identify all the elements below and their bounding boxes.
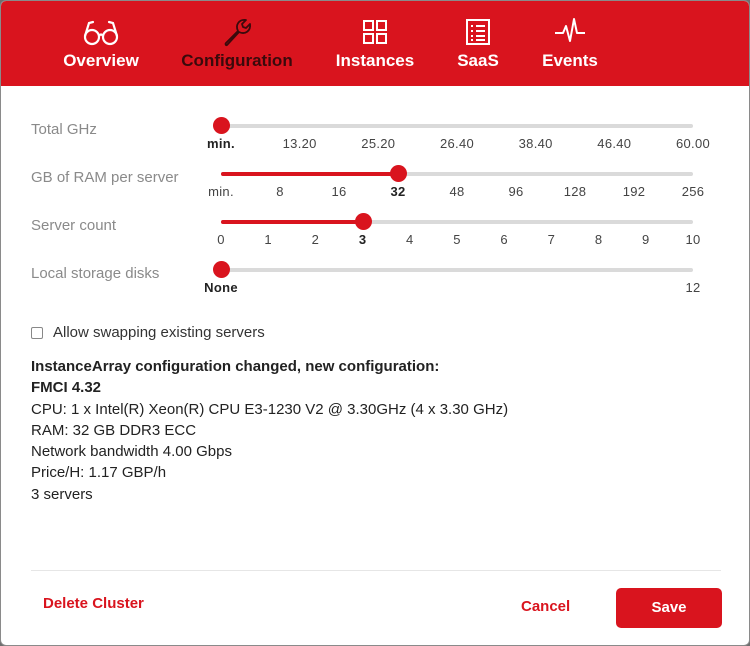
slider-tick-label[interactable]: None xyxy=(204,280,238,295)
glasses-icon xyxy=(83,20,119,46)
slider-tick-label[interactable]: 192 xyxy=(623,184,646,199)
slider-tick-label[interactable]: 6 xyxy=(500,232,508,247)
cancel-button[interactable]: Cancel xyxy=(521,598,570,615)
summary-instance-type: FMCI 4.32 xyxy=(31,379,102,397)
slider-handle[interactable] xyxy=(213,117,230,134)
tab-configuration[interactable]: Configuration xyxy=(181,15,293,77)
storage-disks-slider[interactable] xyxy=(213,261,693,278)
slider-tick-label[interactable]: 0 xyxy=(217,232,225,247)
slider-tick-label[interactable]: 25.20 xyxy=(361,136,395,151)
slider-tick-label[interactable]: 128 xyxy=(564,184,587,199)
storage-disks-label: Local storage disks xyxy=(31,265,160,282)
slider-tick-label[interactable]: 4 xyxy=(406,232,414,247)
allow-swapping-checkbox[interactable] xyxy=(31,326,43,339)
slider-tick-label[interactable]: 2 xyxy=(312,232,320,247)
tab-label: SaaS xyxy=(457,51,499,70)
summary-servers: 3 servers xyxy=(31,485,93,503)
slider-fill xyxy=(221,220,363,224)
slider-handle[interactable] xyxy=(390,165,407,182)
slider-tick-label[interactable]: 32 xyxy=(390,184,405,199)
pulse-icon xyxy=(555,18,585,42)
slider-tick-label[interactable]: 46.40 xyxy=(597,136,631,151)
summary-price: Price/H: 1.17 GBP/h xyxy=(31,464,167,482)
footer-divider xyxy=(31,570,721,571)
ram-slider[interactable] xyxy=(221,165,693,182)
allow-swapping-label: Allow swapping existing servers xyxy=(53,324,265,341)
slider-tick-label[interactable]: 13.20 xyxy=(283,136,317,151)
slider-handle[interactable] xyxy=(213,261,230,278)
slider-fill xyxy=(221,172,398,176)
slider-tick-label[interactable]: 8 xyxy=(276,184,284,199)
total-ghz-label: Total GHz xyxy=(31,121,97,138)
slider-tick-label[interactable]: 9 xyxy=(642,232,650,247)
slider-tick-label[interactable]: 60.00 xyxy=(676,136,710,151)
slider-tick-label[interactable]: min. xyxy=(207,136,235,151)
slider-tick-label[interactable]: 48 xyxy=(449,184,464,199)
slider-tick-label[interactable]: 256 xyxy=(682,184,705,199)
top-navigation-bar: Overview Configuration Instances SaaS Ev… xyxy=(1,1,749,86)
allow-swapping-row[interactable]: Allow swapping existing servers xyxy=(31,324,265,341)
tab-events[interactable]: Events xyxy=(539,15,601,77)
tab-label: Events xyxy=(542,51,598,70)
ram-label: GB of RAM per server xyxy=(31,169,179,186)
delete-cluster-button[interactable]: Delete Cluster xyxy=(43,595,144,612)
tab-label: Instances xyxy=(335,51,415,70)
summary-bandwidth: Network bandwidth 4.00 Gbps xyxy=(31,443,232,461)
slider-tick-label[interactable]: 5 xyxy=(453,232,461,247)
slider-tick-label[interactable]: 10 xyxy=(685,232,700,247)
slider-tick-label[interactable]: min. xyxy=(208,184,234,199)
grid-icon xyxy=(363,20,387,44)
server-count-slider[interactable] xyxy=(221,213,693,230)
slider-handle[interactable] xyxy=(354,213,372,230)
tab-label: Configuration xyxy=(181,51,293,70)
server-count-label: Server count xyxy=(31,217,117,234)
summary-cpu: CPU: 1 x Intel(R) Xeon(R) CPU E3-1230 V2… xyxy=(31,400,509,418)
tab-saas[interactable]: SaaS xyxy=(453,15,503,77)
slider-tick-label[interactable]: 96 xyxy=(508,184,523,199)
tab-label: Overview xyxy=(63,51,139,70)
slider-tick-label[interactable]: 1 xyxy=(264,232,272,247)
content-scrollbar[interactable] xyxy=(741,86,749,570)
list-icon xyxy=(466,19,490,45)
tab-overview[interactable]: Overview xyxy=(61,15,141,77)
configuration-panel: Total GHz min. 13.20 25.20 26.40 38.40 46.40 6… xyxy=(1,86,749,570)
summary-ram: RAM: 32 GB DDR3 ECC xyxy=(31,421,197,439)
configuration-summary: InstanceArray configuration changed, new… xyxy=(31,356,508,505)
total-ghz-slider[interactable] xyxy=(213,117,693,134)
slider-tick-label[interactable]: 8 xyxy=(595,232,603,247)
save-button[interactable]: Save xyxy=(616,588,722,628)
tab-instances[interactable]: Instances xyxy=(334,15,416,77)
slider-tick-label[interactable]: 16 xyxy=(331,184,346,199)
slider-tick-label[interactable]: 12 xyxy=(685,280,700,295)
wrench-icon xyxy=(224,19,251,47)
slider-tick-label[interactable]: 3 xyxy=(359,232,367,247)
slider-tick-label[interactable]: 26.40 xyxy=(440,136,474,151)
summary-heading: InstanceArray configuration changed, new… xyxy=(31,358,440,375)
slider-tick-label[interactable]: 38.40 xyxy=(519,136,553,151)
cluster-config-dialog: Overview Configuration Instances SaaS Ev… xyxy=(0,0,750,646)
slider-tick-label[interactable]: 7 xyxy=(548,232,556,247)
